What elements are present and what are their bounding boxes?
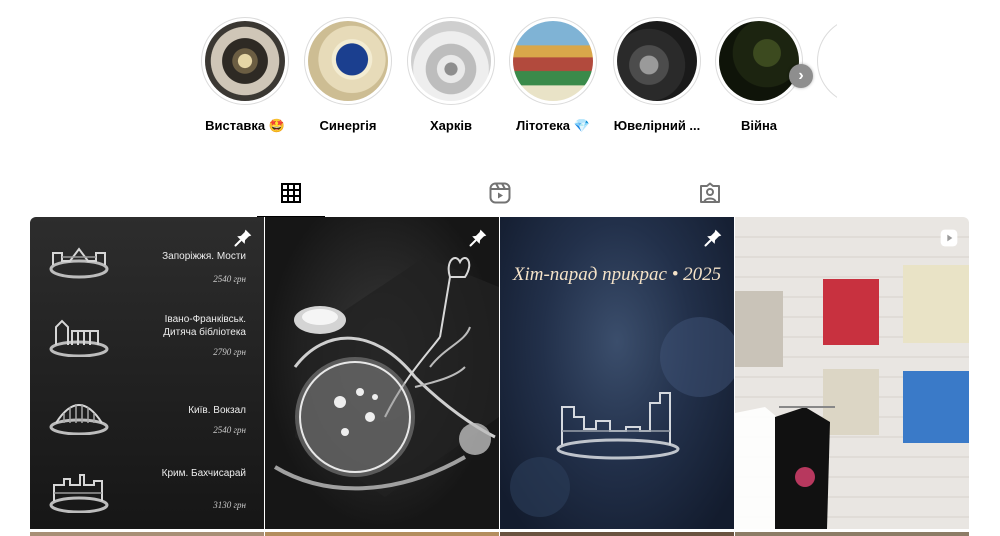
item-price: 3130 грн bbox=[213, 500, 246, 510]
item-price: 2540 грн bbox=[213, 274, 246, 284]
reels-icon bbox=[489, 182, 511, 204]
post-tile-peek[interactable] bbox=[265, 532, 499, 536]
profile-tabs bbox=[0, 175, 1000, 217]
post-tile-ring-catalog[interactable]: Запоріжжя. Мости 2540 грн Івано-Франківс… bbox=[30, 217, 264, 529]
highlight-cover-ring bbox=[201, 17, 289, 105]
post-title: Хіт-парад прикрас • 2025 bbox=[512, 264, 722, 285]
highlight-label: Літотека 💎 bbox=[516, 118, 590, 133]
post-tile-peek[interactable] bbox=[735, 532, 969, 536]
highlight-kharkiv[interactable]: Харків bbox=[403, 17, 499, 133]
post-tile-peek[interactable] bbox=[500, 532, 734, 536]
tab-posts[interactable] bbox=[257, 175, 325, 217]
posts-grid: Запоріжжя. Мости 2540 грн Івано-Франківс… bbox=[30, 217, 970, 536]
tab-reels[interactable] bbox=[466, 175, 534, 217]
highlight-cover-ring bbox=[304, 17, 392, 105]
tab-tagged[interactable] bbox=[676, 175, 744, 217]
catalog-row: Крим. Бахчисарай 3130 грн bbox=[30, 451, 264, 529]
catalog-row: Запоріжжя. Мости 2540 грн bbox=[30, 217, 264, 295]
reels-icon bbox=[940, 229, 958, 247]
highlight-vystavka[interactable]: Виставка 🤩 bbox=[197, 17, 293, 134]
ring-image bbox=[49, 474, 109, 513]
pin-icon bbox=[469, 229, 487, 247]
highlight-cover-ring bbox=[509, 17, 597, 105]
highlight-cover bbox=[719, 21, 799, 101]
catalog-row: Івано-Франківськ. Дитяча бібліотека 2790… bbox=[30, 295, 264, 373]
highlight-partial[interactable] bbox=[817, 17, 837, 105]
tagged-icon bbox=[700, 182, 720, 203]
grid-icon bbox=[281, 183, 301, 203]
highlight-cover bbox=[617, 21, 697, 101]
highlight-cover-ring bbox=[715, 17, 803, 105]
highlight-cover bbox=[411, 21, 491, 101]
ring-image bbox=[49, 404, 109, 435]
highlight-cover bbox=[308, 21, 388, 101]
highlight-cover bbox=[513, 21, 593, 101]
ring-image bbox=[49, 319, 109, 357]
story-highlights: Виставка 🤩 Синергія Харків Літотека 💎 Юв… bbox=[197, 17, 837, 137]
highlight-cover-ring bbox=[407, 17, 495, 105]
post-tile-peek[interactable] bbox=[30, 532, 264, 536]
pin-icon bbox=[234, 229, 252, 247]
highlight-label: Війна bbox=[740, 118, 778, 133]
post-tile-filigree[interactable] bbox=[265, 217, 499, 529]
item-name: Івано-Франківськ. Дитяча бібліотека bbox=[163, 314, 246, 338]
catalog-row: Київ. Вокзал 2540 грн bbox=[30, 373, 264, 451]
highlight-label: Харків bbox=[430, 118, 472, 133]
highlight-label: Виставка 🤩 bbox=[205, 118, 285, 133]
item-price: 2540 грн bbox=[213, 425, 246, 435]
exhibition-photo bbox=[735, 236, 969, 529]
chevron-right-icon: › bbox=[798, 67, 804, 84]
pin-icon bbox=[704, 229, 722, 247]
ring-image bbox=[49, 247, 109, 279]
highlight-synerhiia[interactable]: Синергія bbox=[300, 17, 396, 133]
highlight-label: Синергія bbox=[319, 118, 377, 133]
highlight-cover bbox=[205, 21, 285, 101]
highlight-litoteka[interactable]: Літотека 💎 bbox=[505, 17, 601, 134]
item-name: Крим. Бахчисарай bbox=[161, 468, 246, 479]
item-price: 2790 грн bbox=[213, 347, 246, 357]
post-tile-hit-parade[interactable]: Хіт-парад прикрас • 2025 bbox=[500, 217, 734, 529]
highlight-label: Ювелірний ... bbox=[613, 118, 701, 133]
highlight-yuvelirnyi[interactable]: Ювелірний ... bbox=[609, 17, 705, 133]
highlight-cover-ring bbox=[613, 17, 701, 105]
filigree-jewelry-image bbox=[273, 257, 499, 497]
item-name: Київ. Вокзал bbox=[188, 405, 246, 416]
highlights-next-button[interactable]: › bbox=[789, 64, 813, 88]
item-name: Запоріжжя. Мости bbox=[162, 251, 246, 262]
highlight-cover-ring bbox=[817, 17, 837, 105]
post-tile-exhibition[interactable] bbox=[735, 217, 969, 529]
